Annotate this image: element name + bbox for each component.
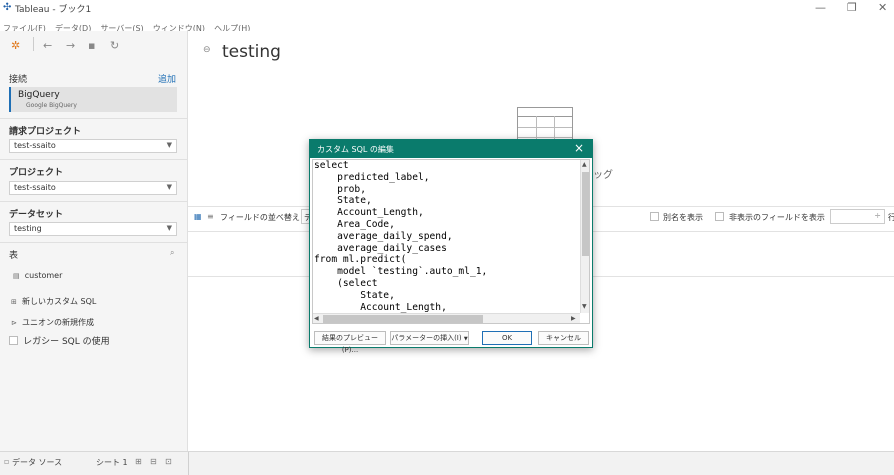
scroll-down-icon[interactable]: ▼ <box>582 303 587 310</box>
window-title: Tableau - ブック1 <box>15 5 92 15</box>
billing-project-dropdown[interactable]: test-ssaito ▼ <box>9 139 177 153</box>
horizontal-scroll-thumb[interactable] <box>323 315 483 323</box>
new-story-icon[interactable]: ⊡ <box>165 457 172 466</box>
scroll-right-icon[interactable]: ▶ <box>571 315 576 322</box>
new-dashboard-icon[interactable]: ⊟ <box>150 457 157 466</box>
sidebar-divider <box>0 201 188 202</box>
sidebar-divider <box>0 242 188 243</box>
dataset-value: testing <box>14 224 42 233</box>
dialog-title: カスタム SQL の編集 <box>317 145 394 154</box>
table-name: customer <box>24 271 63 280</box>
project-value: test-ssaito <box>14 183 56 192</box>
legacy-sql-label: レガシー SQL の使用 <box>23 337 110 347</box>
sort-fields-label: フィールドの並べ替え <box>220 213 300 222</box>
save-icon[interactable]: ▪ <box>88 39 95 52</box>
chevron-down-icon: ▼ <box>166 183 172 191</box>
connections-label: 接続 <box>9 75 28 85</box>
refresh-icon[interactable]: ↻ <box>110 39 119 52</box>
table-icon: ▤ <box>13 272 20 280</box>
scroll-left-icon[interactable]: ◀ <box>314 315 319 322</box>
new-custom-sql-item[interactable]: ⊞ 新しいカスタム SQL <box>11 289 96 308</box>
chevron-down-icon: ▼ <box>166 224 172 232</box>
vertical-scroll-thumb[interactable] <box>582 172 589 256</box>
forward-arrow-icon[interactable]: → <box>66 39 75 52</box>
dialog-header: カスタム SQL の編集 × <box>310 140 592 158</box>
connection-name: BigQuery <box>18 90 60 100</box>
restore-button[interactable]: ❐ <box>847 1 857 14</box>
horizontal-scrollbar[interactable]: ◀ ▶ <box>313 313 580 323</box>
add-connection-link[interactable]: 追加 <box>158 72 176 85</box>
insert-parameter-label: パラメーターの挿入(I) <box>391 334 462 342</box>
new-union-label: ユニオンの新規作成 <box>21 318 94 327</box>
dataset-dropdown[interactable]: testing ▼ <box>9 222 177 236</box>
datasource-tab[interactable]: データ ソース <box>12 457 62 468</box>
preview-results-button[interactable]: 結果のプレビュー(P)... <box>314 331 386 354</box>
title-bar: ✣ Tableau - ブック1 — ❐ ✕ <box>0 0 894 16</box>
drop-hint-text: ッグ <box>593 170 613 181</box>
close-icon[interactable]: × <box>574 141 584 155</box>
minimize-button[interactable]: — <box>815 1 826 14</box>
search-icon[interactable]: ⌕ <box>170 248 174 258</box>
vertical-scrollbar[interactable]: ▲ ▼ <box>580 160 589 313</box>
tableau-home-icon[interactable]: ✲ <box>11 39 20 52</box>
tableau-logo-icon: ✣ <box>3 2 12 13</box>
close-window-button[interactable]: ✕ <box>878 1 887 14</box>
new-worksheet-icon[interactable]: ⊞ <box>135 457 142 466</box>
new-union-item[interactable]: ⊳ ユニオンの新規作成 <box>11 310 94 329</box>
datasource-title[interactable]: testing <box>222 42 281 62</box>
cancel-button[interactable]: キャンセル <box>538 331 589 345</box>
sheet-tab[interactable]: シート 1 <box>96 457 128 468</box>
new-custom-sql-label: 新しいカスタム SQL <box>21 297 97 306</box>
grid-view-icon[interactable]: ▦ <box>194 212 202 221</box>
table-label: 表 <box>9 251 19 261</box>
datasource-icon: ⊖ <box>203 45 211 55</box>
data-source-sidebar: ✲ ← → ▪ ↻ 接続 追加 BigQuery Google BigQuery… <box>0 31 188 451</box>
custom-sql-dialog: カスタム SQL の編集 × select predicted_label, p… <box>309 139 593 354</box>
table-item-customer[interactable]: ▤ customer <box>13 263 62 282</box>
sidebar-divider <box>0 118 188 119</box>
back-arrow-icon[interactable]: ← <box>43 39 52 52</box>
menu-bar: ファイル(F) データ(D) サーバー(S) ウィンドウ(N) ヘルプ(H) <box>0 16 894 33</box>
billing-project-value: test-ssaito <box>14 141 56 150</box>
connection-subtitle: Google BigQuery <box>26 102 77 109</box>
custom-sql-icon: ⊞ <box>11 298 17 306</box>
sql-text[interactable]: select predicted_label, prob, State, Acc… <box>314 160 487 313</box>
list-view-icon[interactable]: ≡ <box>207 212 214 221</box>
scroll-up-icon[interactable]: ▲ <box>582 161 587 168</box>
show-aliases-label: 別名を表示 <box>663 213 703 222</box>
project-label: プロジェクト <box>9 168 64 178</box>
chevron-down-icon: ▼ <box>463 336 468 342</box>
billing-project-label: 請求プロジェクト <box>9 127 82 137</box>
sidebar-divider <box>0 159 188 160</box>
dataset-label: データセット <box>9 210 64 220</box>
legacy-sql-option[interactable]: レガシー SQL の使用 <box>9 330 110 349</box>
tab-divider <box>188 452 189 475</box>
toolbar-divider <box>33 37 34 51</box>
connection-item-bigquery[interactable]: BigQuery Google BigQuery <box>9 87 177 112</box>
datasource-tab-icon: ▫ <box>4 457 10 466</box>
union-icon: ⊳ <box>11 319 17 327</box>
row-count-input[interactable]: ÷ <box>830 209 885 224</box>
rows-label: 行 <box>888 213 894 222</box>
chevron-down-icon: ▼ <box>166 141 172 149</box>
stepper-icon[interactable]: ÷ <box>874 211 881 220</box>
legacy-sql-checkbox[interactable] <box>9 336 18 345</box>
show-aliases-checkbox[interactable] <box>650 212 659 221</box>
sql-editor[interactable]: select predicted_label, prob, State, Acc… <box>312 159 590 324</box>
bottom-tab-bar: ▫ データ ソース シート 1 ⊞ ⊟ ⊡ <box>0 451 894 475</box>
show-hidden-fields-checkbox[interactable] <box>715 212 724 221</box>
project-dropdown[interactable]: test-ssaito ▼ <box>9 181 177 195</box>
insert-parameter-button[interactable]: パラメーターの挿入(I) ▼ <box>390 331 469 345</box>
ok-button[interactable]: OK <box>482 331 532 345</box>
show-hidden-fields-label: 非表示のフィールドを表示 <box>729 213 825 222</box>
